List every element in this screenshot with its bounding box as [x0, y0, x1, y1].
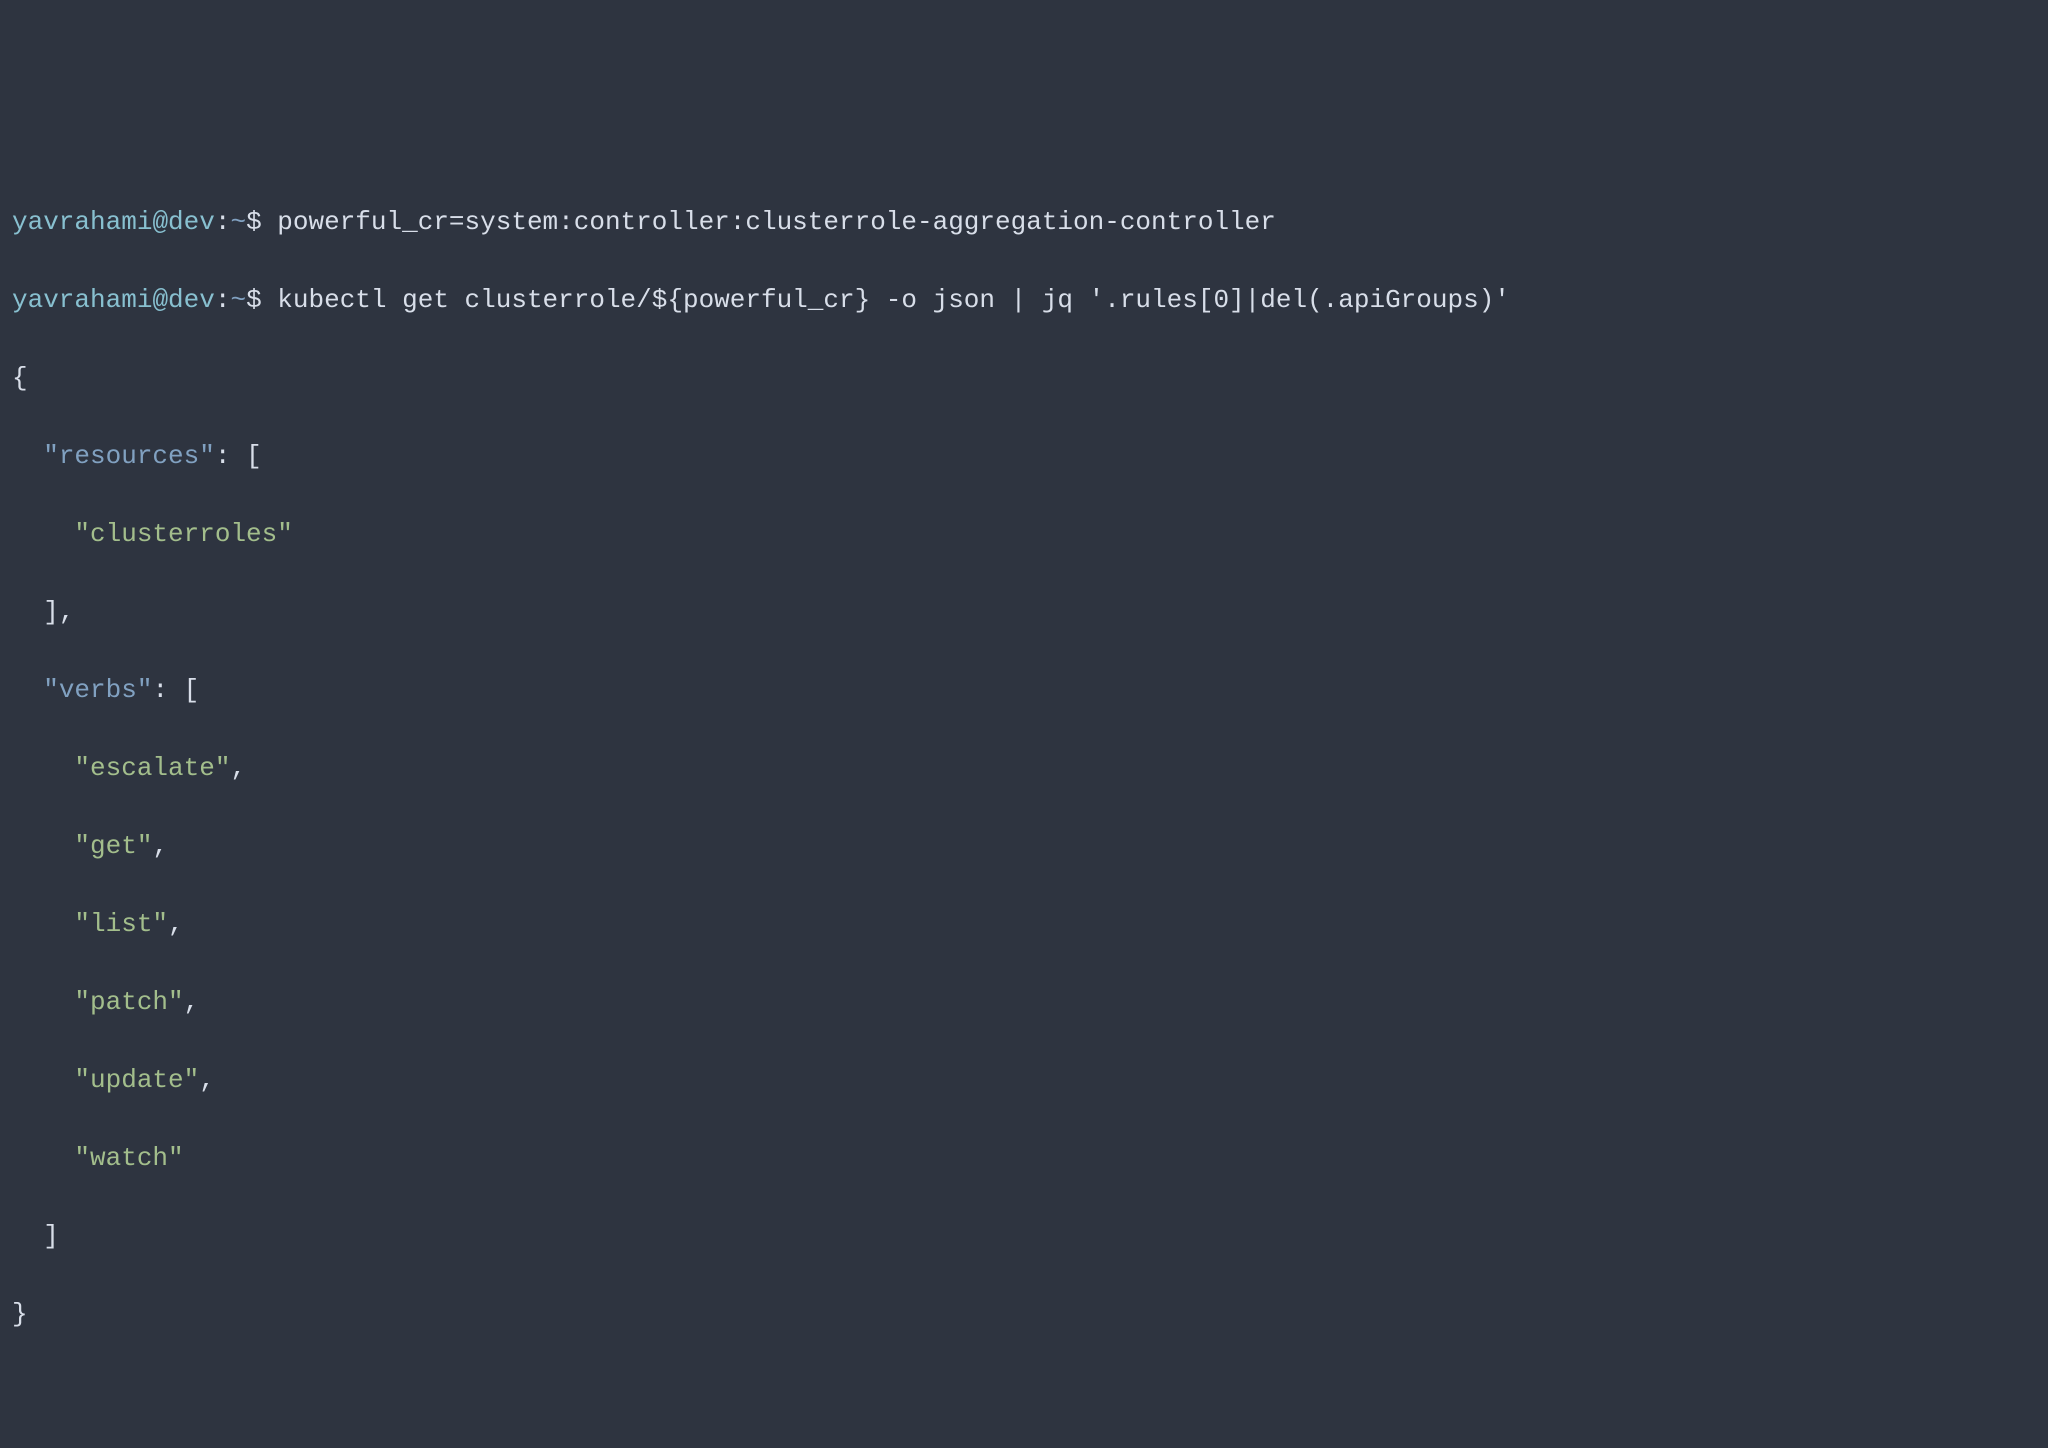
- prompt-path: ~: [230, 285, 246, 315]
- json-string-watch: "watch": [74, 1143, 183, 1173]
- json-comma: ,: [168, 909, 184, 939]
- json-string-clusterroles: "clusterroles": [74, 519, 292, 549]
- command-2: kubectl get clusterrole/${powerful_cr} -…: [277, 285, 1510, 315]
- prompt-host: dev: [168, 207, 215, 237]
- prompt-dollar: $: [246, 207, 262, 237]
- json-comma: ,: [230, 753, 246, 783]
- json-comma: ,: [199, 1065, 215, 1095]
- json-output-line: "get",: [12, 827, 2036, 866]
- command-text-1: [262, 207, 278, 237]
- prompt-path: ~: [230, 207, 246, 237]
- json-output-line: "list",: [12, 905, 2036, 944]
- prompt-at: @: [152, 207, 168, 237]
- json-punct: : [: [215, 441, 262, 471]
- json-close-bracket: ]: [43, 1221, 59, 1251]
- json-output-line: "escalate",: [12, 749, 2036, 788]
- json-output-line: ],: [12, 593, 2036, 632]
- terminal-output: yavrahami@dev:~$ powerful_cr=system:cont…: [12, 164, 2036, 1373]
- json-output-line: "resources": [: [12, 437, 2036, 476]
- json-string-list: "list": [74, 909, 168, 939]
- json-output-line: ]: [12, 1217, 2036, 1256]
- json-output-line: "patch",: [12, 983, 2036, 1022]
- command-line-1[interactable]: yavrahami@dev:~$ powerful_cr=system:cont…: [12, 203, 2036, 242]
- json-close-brace: }: [12, 1299, 28, 1329]
- json-string-patch: "patch": [74, 987, 183, 1017]
- command-text-2: [262, 285, 278, 315]
- command-line-2[interactable]: yavrahami@dev:~$ kubectl get clusterrole…: [12, 281, 2036, 320]
- json-string-escalate: "escalate": [74, 753, 230, 783]
- json-output-line: "clusterroles": [12, 515, 2036, 554]
- json-string-get: "get": [74, 831, 152, 861]
- json-output-line: {: [12, 359, 2036, 398]
- prompt-colon: :: [215, 285, 231, 315]
- prompt-user: yavrahami: [12, 285, 152, 315]
- json-punct: : [: [152, 675, 199, 705]
- json-output-line: "verbs": [: [12, 671, 2036, 710]
- json-output-line: "update",: [12, 1061, 2036, 1100]
- prompt-host: dev: [168, 285, 215, 315]
- json-comma: ,: [152, 831, 168, 861]
- command-1: powerful_cr=system:controller:clusterrol…: [277, 207, 1276, 237]
- json-output-line: "watch": [12, 1139, 2036, 1178]
- json-key-resources: "resources": [43, 441, 215, 471]
- json-string-update: "update": [74, 1065, 199, 1095]
- json-key-verbs: "verbs": [43, 675, 152, 705]
- json-open-brace: {: [12, 363, 28, 393]
- json-output-line: }: [12, 1295, 2036, 1334]
- prompt-user: yavrahami: [12, 207, 152, 237]
- prompt-at: @: [152, 285, 168, 315]
- json-close-bracket-comma: ],: [43, 597, 74, 627]
- prompt-dollar: $: [246, 285, 262, 315]
- json-comma: ,: [184, 987, 200, 1017]
- prompt-colon: :: [215, 207, 231, 237]
